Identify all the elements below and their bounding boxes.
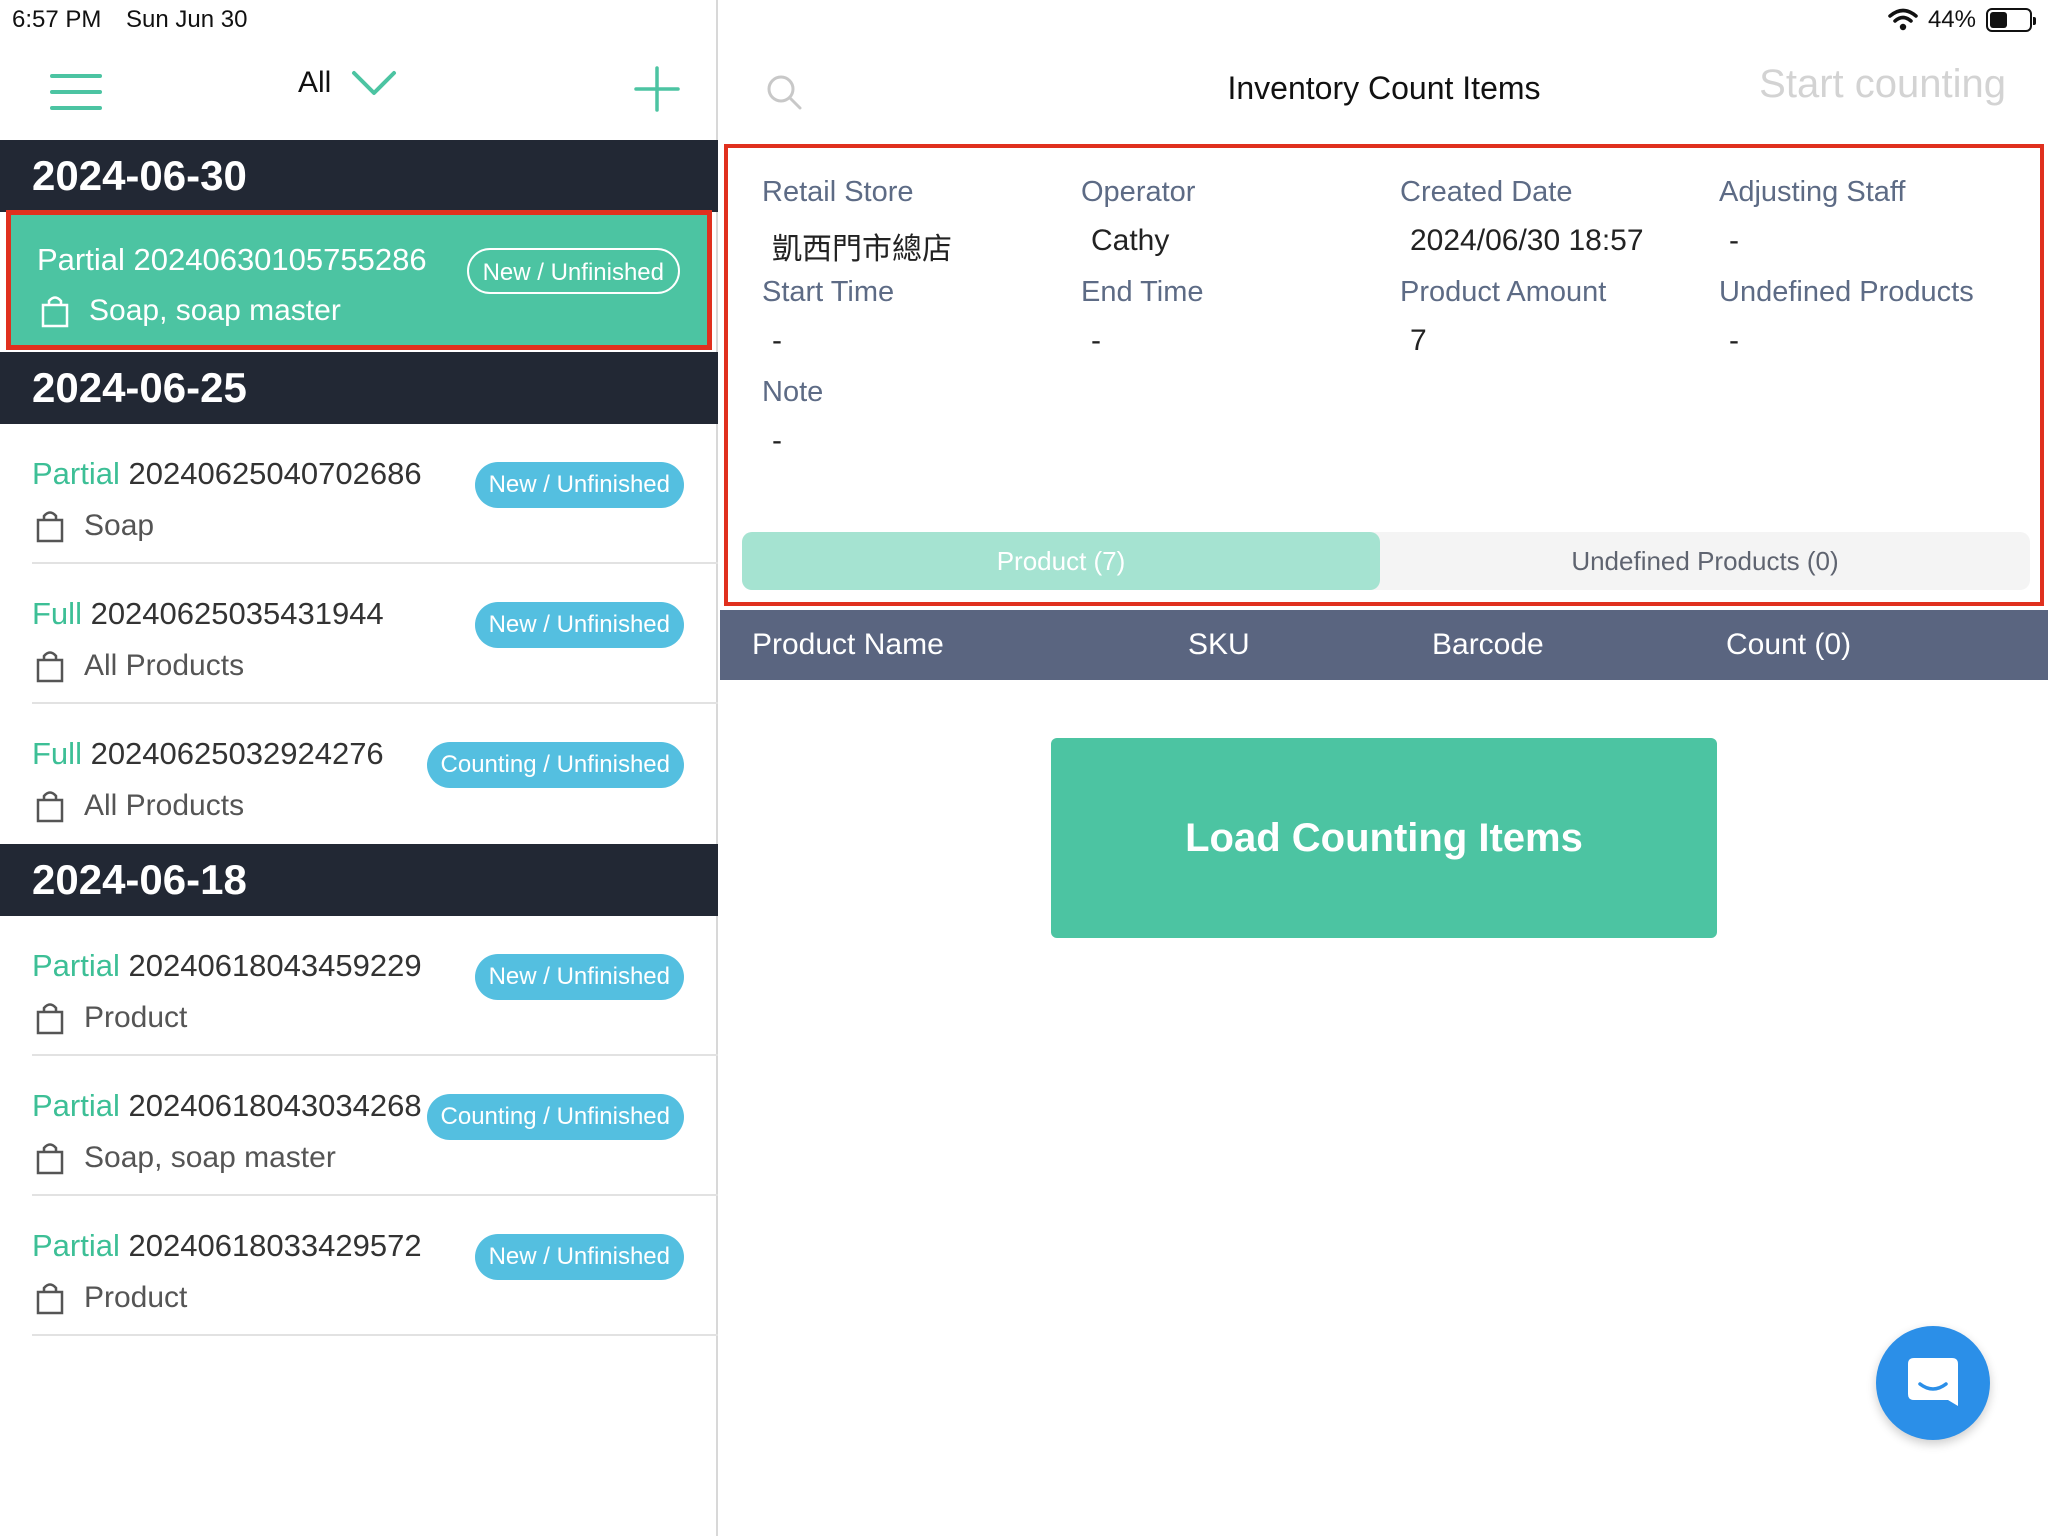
- retail-store-label: Retail Store: [762, 176, 914, 208]
- count-list-item[interactable]: Partial 20240618043459229 Product New / …: [0, 916, 718, 1056]
- item-products: All Products: [32, 648, 244, 684]
- list-header: All: [0, 42, 718, 140]
- item-title: Full 20240625032924276: [32, 736, 384, 772]
- item-products: Soap, soap master: [37, 293, 341, 329]
- item-id: 20240625040702686: [128, 456, 422, 491]
- shopping-bag-icon: [36, 1143, 64, 1175]
- item-products-text: All Products: [84, 649, 245, 682]
- note-value: -: [772, 424, 782, 457]
- column-barcode: Barcode: [1432, 628, 1544, 661]
- shopping-bag-icon: [36, 1283, 64, 1315]
- product-tabs: Product (7) Undefined Products (0): [742, 532, 2030, 590]
- count-list-item-selected[interactable]: Partial 20240630105755286 Soap, soap mas…: [6, 210, 712, 350]
- item-id: 20240625035431944: [90, 596, 384, 631]
- end-time-label: End Time: [1081, 276, 1204, 308]
- date-header: 2024-06-25: [0, 352, 718, 424]
- count-list-item[interactable]: Partial 20240618043034268 Soap, soap mas…: [0, 1056, 718, 1196]
- shopping-bag-icon: [36, 511, 64, 543]
- item-title: Full 20240625035431944: [32, 596, 384, 632]
- start-time-label: Start Time: [762, 276, 895, 308]
- operator-label: Operator: [1081, 176, 1196, 208]
- status-badge: Counting / Unfinished: [426, 1094, 684, 1140]
- item-title: Partial 20240625040702686: [32, 456, 422, 492]
- chevron-down-icon: [352, 71, 397, 95]
- count-list-item[interactable]: Full 20240625032924276 All Products Coun…: [0, 704, 718, 844]
- product-amount-label: Product Amount: [1400, 276, 1607, 308]
- filter-dropdown[interactable]: All: [298, 66, 397, 100]
- status-badge: New / Unfinished: [474, 1234, 684, 1280]
- tab-undefined-products[interactable]: Undefined Products (0): [1380, 532, 2030, 590]
- date-header: 2024-06-30: [0, 140, 718, 212]
- item-title: Partial 20240618043459229: [32, 948, 422, 984]
- count-info-section: Retail Store 凱西門市總店 Operator Cathy Creat…: [724, 144, 2044, 606]
- item-id: 20240618033429572: [128, 1228, 422, 1263]
- column-product-name: Product Name: [752, 628, 944, 661]
- status-badge: Counting / Unfinished: [426, 742, 684, 788]
- filter-label: All: [298, 66, 332, 99]
- count-list-item[interactable]: Partial 20240618033429572 Product New / …: [0, 1196, 718, 1336]
- item-products: Product: [32, 1280, 187, 1316]
- column-count: Count (0): [1726, 628, 1852, 661]
- item-products-text: Product: [84, 1001, 188, 1034]
- item-id: 20240618043459229: [128, 948, 422, 983]
- item-type: Partial: [37, 242, 125, 277]
- status-badge: New / Unfinished: [474, 602, 684, 648]
- item-id: 20240630105755286: [133, 242, 427, 277]
- item-title: Partial 20240630105755286: [37, 242, 427, 278]
- item-id: 20240618043034268: [128, 1088, 422, 1123]
- item-title: Partial 20240618033429572: [32, 1228, 422, 1264]
- status-badge: New / Unfinished: [474, 462, 684, 508]
- hamburger-menu-icon[interactable]: [50, 74, 102, 110]
- item-products-text: Product: [84, 1281, 188, 1314]
- table-header: Product Name SKU Barcode Count (0): [720, 610, 2048, 680]
- operator-value: Cathy: [1091, 224, 1170, 257]
- item-products-text: Soap, soap master: [84, 1141, 336, 1174]
- count-list-item[interactable]: Full 20240625035431944 All Products New …: [0, 564, 718, 704]
- adjusting-staff-value: -: [1729, 224, 1739, 257]
- shopping-bag-icon: [36, 651, 64, 683]
- date-header: 2024-06-18: [0, 844, 718, 916]
- item-type: Partial: [32, 1228, 120, 1263]
- shopping-bag-icon: [41, 296, 69, 328]
- start-counting-button[interactable]: Start counting: [1759, 62, 2006, 107]
- end-time-value: -: [1091, 324, 1101, 357]
- item-products-text: Soap: [84, 509, 155, 542]
- detail-header: Inventory Count Items Start counting: [720, 42, 2048, 140]
- count-list-panel: All 2024-06-30 Partial 20240630105755286…: [0, 0, 718, 1536]
- item-title: Partial 20240618043034268: [32, 1088, 422, 1124]
- item-type: Partial: [32, 1088, 120, 1123]
- shopping-bag-icon: [36, 791, 64, 823]
- column-sku: SKU: [1188, 628, 1250, 661]
- status-badge: New / Unfinished: [466, 248, 680, 294]
- item-type: Partial: [32, 948, 120, 983]
- count-list-item[interactable]: Partial 20240625040702686 Soap New / Unf…: [0, 424, 718, 564]
- shopping-bag-icon: [36, 1003, 64, 1035]
- item-type: Full: [32, 736, 82, 771]
- created-date-value: 2024/06/30 18:57: [1410, 224, 1644, 257]
- undefined-products-label: Undefined Products: [1719, 276, 1974, 308]
- item-type: Full: [32, 596, 82, 631]
- undefined-products-value: -: [1729, 324, 1739, 357]
- add-icon[interactable]: [634, 66, 680, 112]
- item-products: Soap, soap master: [32, 1140, 336, 1176]
- status-badge: New / Unfinished: [474, 954, 684, 1000]
- item-products-text: Soap, soap master: [89, 294, 341, 327]
- note-label: Note: [762, 376, 824, 408]
- item-type: Partial: [32, 456, 120, 491]
- load-counting-items-button[interactable]: Load Counting Items: [1051, 738, 1717, 938]
- chat-button[interactable]: [1876, 1326, 1990, 1440]
- tab-product[interactable]: Product (7): [742, 532, 1380, 590]
- item-products: Product: [32, 1000, 187, 1036]
- item-products: All Products: [32, 788, 244, 824]
- retail-store-value: 凱西門市總店: [772, 233, 952, 266]
- item-id: 20240625032924276: [90, 736, 384, 771]
- chat-icon: [1908, 1358, 1958, 1406]
- created-date-label: Created Date: [1400, 176, 1573, 208]
- item-products: Soap: [32, 508, 154, 544]
- product-amount-value: 7: [1410, 324, 1427, 357]
- adjusting-staff-label: Adjusting Staff: [1719, 176, 1906, 208]
- start-time-value: -: [772, 324, 782, 357]
- item-products-text: All Products: [84, 789, 245, 822]
- count-detail-panel: Inventory Count Items Start counting Ret…: [720, 0, 2048, 1536]
